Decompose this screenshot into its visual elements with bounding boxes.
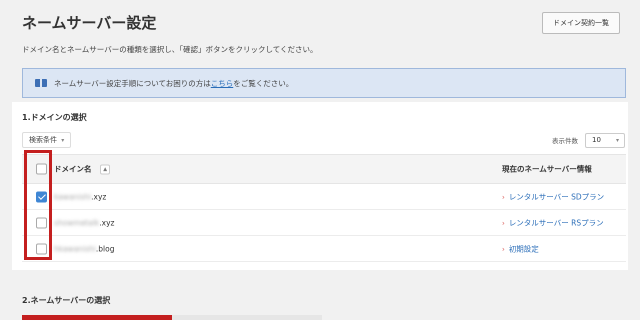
info-text-before: ネームサーバー設定手順についてお困りの方は: [54, 78, 211, 88]
page-title: ネームサーバー設定: [22, 14, 157, 32]
chevron-right-icon: ›: [502, 193, 505, 201]
column-domain-label: ドメイン名: [54, 164, 92, 174]
checkbox-highlight-box: [24, 150, 52, 260]
table-row: kawanishi.xyz › レンタルサーバー SDプラン: [22, 184, 626, 210]
nameserver-link[interactable]: › レンタルサーバー RSプラン: [502, 217, 604, 228]
nameserver-link[interactable]: › 初期設定: [502, 243, 539, 254]
section-title-nameserver: 2.ネームサーバーの選択: [22, 296, 111, 305]
sort-icon[interactable]: ▲: [100, 164, 111, 175]
section-title-domain: 1.ドメインの選択: [22, 113, 87, 122]
domain-selection-card: 1.ドメインの選択 検索条件 ▾ 表示件数 10 ▾ ドメイン名 ▲ 現在のネー…: [12, 102, 628, 270]
page-description: ドメイン名とネームサーバーの種類を選択し、「確認」ボタンをクリックしてください。: [22, 45, 318, 54]
chevron-right-icon: ›: [502, 219, 505, 227]
chevron-down-icon: ▾: [61, 137, 65, 144]
domain-list-button[interactable]: ドメイン契約一覧: [542, 12, 620, 34]
column-header-nameserver: 現在のネームサーバー情報: [502, 164, 592, 174]
nameserver-link[interactable]: › レンタルサーバー SDプラン: [502, 191, 604, 202]
page-size-label: 表示件数: [552, 137, 578, 145]
help-link[interactable]: こちら: [211, 78, 234, 89]
domain-table: ドメイン名 ▲ 現在のネームサーバー情報 kawanishi.xyz › レンタル…: [22, 154, 626, 262]
table-row: hkawanishi.blog › 初期設定: [22, 236, 626, 262]
search-filter-button[interactable]: 検索条件 ▾: [22, 132, 72, 148]
column-header-domain: ドメイン名 ▲: [54, 164, 111, 175]
book-icon: [35, 79, 47, 87]
info-text-after: をご覧ください。: [233, 78, 294, 88]
search-filter-label: 検索条件: [29, 136, 57, 144]
domain-name: hkawanishi.blog: [54, 244, 115, 253]
table-row: showmetalk.xyz › レンタルサーバー RSプラン: [22, 210, 626, 236]
nameserver-tab-active[interactable]: [22, 315, 172, 320]
chevron-right-icon: ›: [502, 245, 505, 253]
domain-name: kawanishi.xyz: [54, 192, 107, 201]
page-size-select[interactable]: 10 ▾: [585, 133, 625, 148]
table-header: ドメイン名 ▲ 現在のネームサーバー情報: [22, 154, 626, 184]
chevron-down-icon: ▾: [615, 137, 619, 144]
domain-name: showmetalk.xyz: [54, 218, 115, 227]
info-banner: ネームサーバー設定手順についてお困りの方は こちら をご覧ください。: [22, 68, 626, 98]
page-size-value: 10: [592, 136, 601, 144]
